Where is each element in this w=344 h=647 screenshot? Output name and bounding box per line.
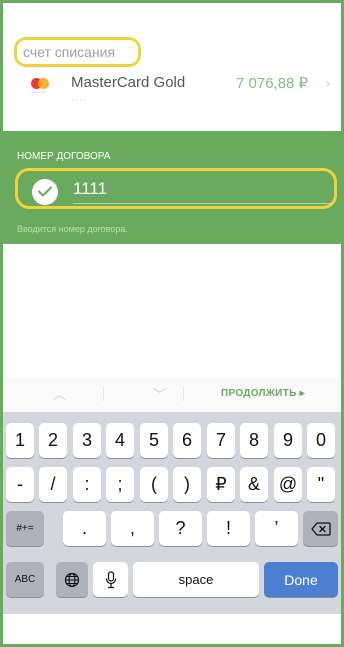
symbols-toggle-button[interactable]: #+= [6, 511, 44, 546]
key-colon[interactable]: : [73, 467, 101, 502]
done-button[interactable]: Done [264, 562, 338, 597]
key-3[interactable]: 3 [73, 423, 101, 458]
backspace-icon [310, 521, 331, 536]
key-2[interactable]: 2 [39, 423, 67, 458]
key-5[interactable]: 5 [140, 423, 168, 458]
chevron-right-icon[interactable]: › [326, 76, 330, 90]
contract-number-field[interactable]: 1111 [15, 168, 337, 209]
continue-button[interactable]: ПРОДОЛЖИТЬ ▸ [221, 388, 305, 399]
check-icon [32, 179, 58, 205]
key-semicolon[interactable]: ; [106, 467, 134, 502]
card-balance: 7 076,88 ₽ [236, 75, 309, 92]
mastercard-icon: mastercard [31, 75, 53, 94]
key-7[interactable]: 7 [207, 423, 235, 458]
chevron-down-icon[interactable]: ﹀ [153, 384, 166, 403]
globe-button[interactable] [56, 562, 88, 597]
key-hyphen[interactable]: - [6, 467, 34, 502]
key-1[interactable]: 1 [6, 423, 34, 458]
key-9[interactable]: 9 [274, 423, 302, 458]
key-close-paren[interactable]: ) [173, 467, 201, 502]
contract-label: НОМЕР ДОГОВОРА [17, 151, 111, 162]
microphone-icon [105, 570, 116, 588]
key-exclamation[interactable]: ! [207, 511, 250, 546]
key-8[interactable]: 8 [240, 423, 268, 458]
backspace-button[interactable] [303, 511, 338, 546]
microphone-button[interactable] [93, 562, 128, 597]
field-underline [73, 203, 331, 204]
space-bar[interactable]: space [133, 562, 259, 597]
key-quote[interactable]: " [307, 467, 335, 502]
contract-hint: Вводится номер договора. [17, 224, 128, 234]
key-at[interactable]: @ [274, 467, 302, 502]
abc-button[interactable]: ABC [6, 562, 44, 597]
card-caption: mastercard [31, 90, 47, 94]
key-slash[interactable]: / [39, 467, 67, 502]
key-open-paren[interactable]: ( [140, 467, 168, 502]
key-ampersand[interactable]: & [240, 467, 268, 502]
numeric-keyboard: 1 2 3 4 5 6 7 8 9 0 - / : ; ( ) ₽ & @ " … [3, 412, 341, 614]
key-4[interactable]: 4 [106, 423, 134, 458]
key-comma[interactable]: , [111, 511, 154, 546]
key-apostrophe[interactable]: ’ [255, 511, 298, 546]
toolbar-divider [103, 387, 104, 401]
card-number-masked: ···· [71, 95, 87, 105]
mastercard-orange-circle [38, 78, 49, 89]
key-6[interactable]: 6 [173, 423, 201, 458]
debit-account-title: счет списания [14, 37, 141, 67]
keyboard-toolbar: ︿ ﹀ ПРОДОЛЖИТЬ ▸ [3, 378, 341, 412]
toolbar-divider [183, 387, 184, 401]
bottom-area [3, 614, 341, 644]
contract-section: НОМЕР ДОГОВОРА 1111 Вводится номер догов… [3, 131, 341, 244]
key-ruble[interactable]: ₽ [207, 467, 235, 502]
card-name[interactable]: MasterCard Gold [71, 74, 185, 91]
key-question[interactable]: ? [159, 511, 202, 546]
key-period[interactable]: . [63, 511, 106, 546]
chevron-up-icon[interactable]: ︿ [53, 384, 66, 403]
globe-icon [64, 572, 80, 587]
key-0[interactable]: 0 [307, 423, 335, 458]
contract-number-input[interactable]: 1111 [73, 179, 107, 199]
